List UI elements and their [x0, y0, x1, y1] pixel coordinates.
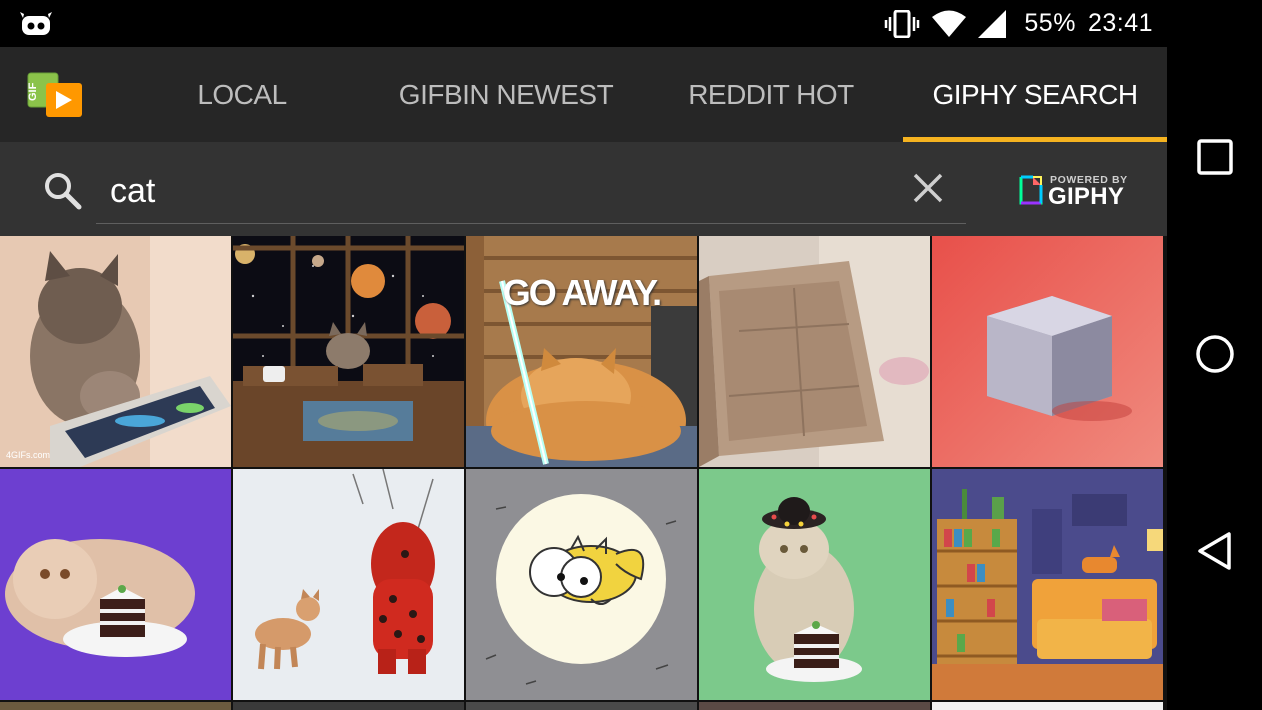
wifi-icon [932, 10, 967, 37]
cell-signal-icon [978, 9, 1007, 38]
close-icon[interactable] [910, 170, 946, 206]
gif-persian-cat-cake-purple[interactable] [0, 469, 231, 700]
gif-partial-row[interactable] [699, 702, 930, 710]
gif-thumbnail [233, 236, 464, 467]
powered-by-giphy: POWERED BY GIPHY [1018, 172, 1130, 210]
gif-thumbnail [932, 236, 1163, 467]
gif-thumbnail [932, 469, 1163, 700]
gif-thumbnail [699, 236, 930, 467]
home-button[interactable] [1194, 333, 1236, 375]
app-screen: 55% 23:41 GIF LOCAL GIFBIN NEWEST REDDIT… [0, 0, 1167, 710]
recents-button[interactable] [1194, 136, 1236, 178]
gif-cardboard-box[interactable] [699, 236, 930, 467]
gif-thumbnail [466, 469, 697, 700]
gif-partial-row[interactable] [466, 702, 697, 710]
gif-thumbnail [0, 469, 231, 700]
gif-thumbnail [466, 236, 697, 467]
app-logo-icon[interactable]: GIF [26, 71, 84, 119]
tab-gifbin-newest-label: GIFBIN NEWEST [398, 78, 614, 110]
gif-cartoon-cat-moon[interactable] [466, 469, 697, 700]
tab-giphy-search-label: GIPHY SEARCH [932, 78, 1138, 110]
search-bar: POWERED BY GIPHY [0, 142, 1167, 236]
gif-grid: 4GIFs.com GO AWAY. [0, 236, 1167, 710]
vibrate-icon [885, 9, 920, 38]
gif-cat-lightsaber[interactable]: GO AWAY. [466, 236, 697, 467]
gif-thumbnail [233, 469, 464, 700]
gif-thumbnail [699, 469, 930, 700]
search-input[interactable] [96, 160, 966, 224]
back-button[interactable] [1194, 530, 1236, 572]
tab-local[interactable]: LOCAL [120, 47, 364, 142]
android-notification-icon [20, 12, 52, 35]
gif-partial-row[interactable] [0, 702, 231, 710]
gif-persian-cat-sombrero-cake[interactable] [699, 469, 930, 700]
gif-caption: 4GIFs.com [6, 450, 50, 460]
tab-reddit-hot[interactable]: REDDIT HOT [650, 47, 892, 142]
status-icons: 55% 23:41 [884, 0, 1153, 47]
gif-caption: GO AWAY. [502, 272, 662, 313]
tab-bar: GIF LOCAL GIFBIN NEWEST REDDIT HOT GIPHY… [0, 47, 1167, 142]
status-bar: 55% 23:41 [0, 0, 1167, 47]
gif-partial-row[interactable] [233, 702, 464, 710]
svg-text:GIF: GIF [27, 82, 39, 101]
gif-thumbnail: 4GIFs.com [0, 236, 231, 467]
gif-pixel-room-cat[interactable] [932, 469, 1163, 700]
gif-kitten-playing-tablet[interactable]: 4GIFs.com [0, 236, 231, 467]
giphy-logo-icon [1019, 175, 1043, 205]
gif-partial-row[interactable] [932, 702, 1163, 710]
battery-level: 55% [1024, 9, 1076, 37]
search-icon [45, 173, 82, 210]
navigation-bar [1167, 0, 1262, 710]
tab-reddit-hot-label: REDDIT HOT [688, 78, 854, 110]
clock: 23:41 [1087, 9, 1153, 37]
gif-glitter-cube[interactable] [932, 236, 1163, 467]
gif-child-and-kitten-snow[interactable] [233, 469, 464, 700]
tab-gifbin-newest[interactable]: GIFBIN NEWEST [380, 47, 632, 142]
tab-local-label: LOCAL [197, 78, 287, 110]
tab-giphy-search[interactable]: GIPHY SEARCH [903, 47, 1167, 142]
gif-cat-space-window[interactable] [233, 236, 464, 467]
giphy-brand: GIPHY [1048, 183, 1125, 210]
